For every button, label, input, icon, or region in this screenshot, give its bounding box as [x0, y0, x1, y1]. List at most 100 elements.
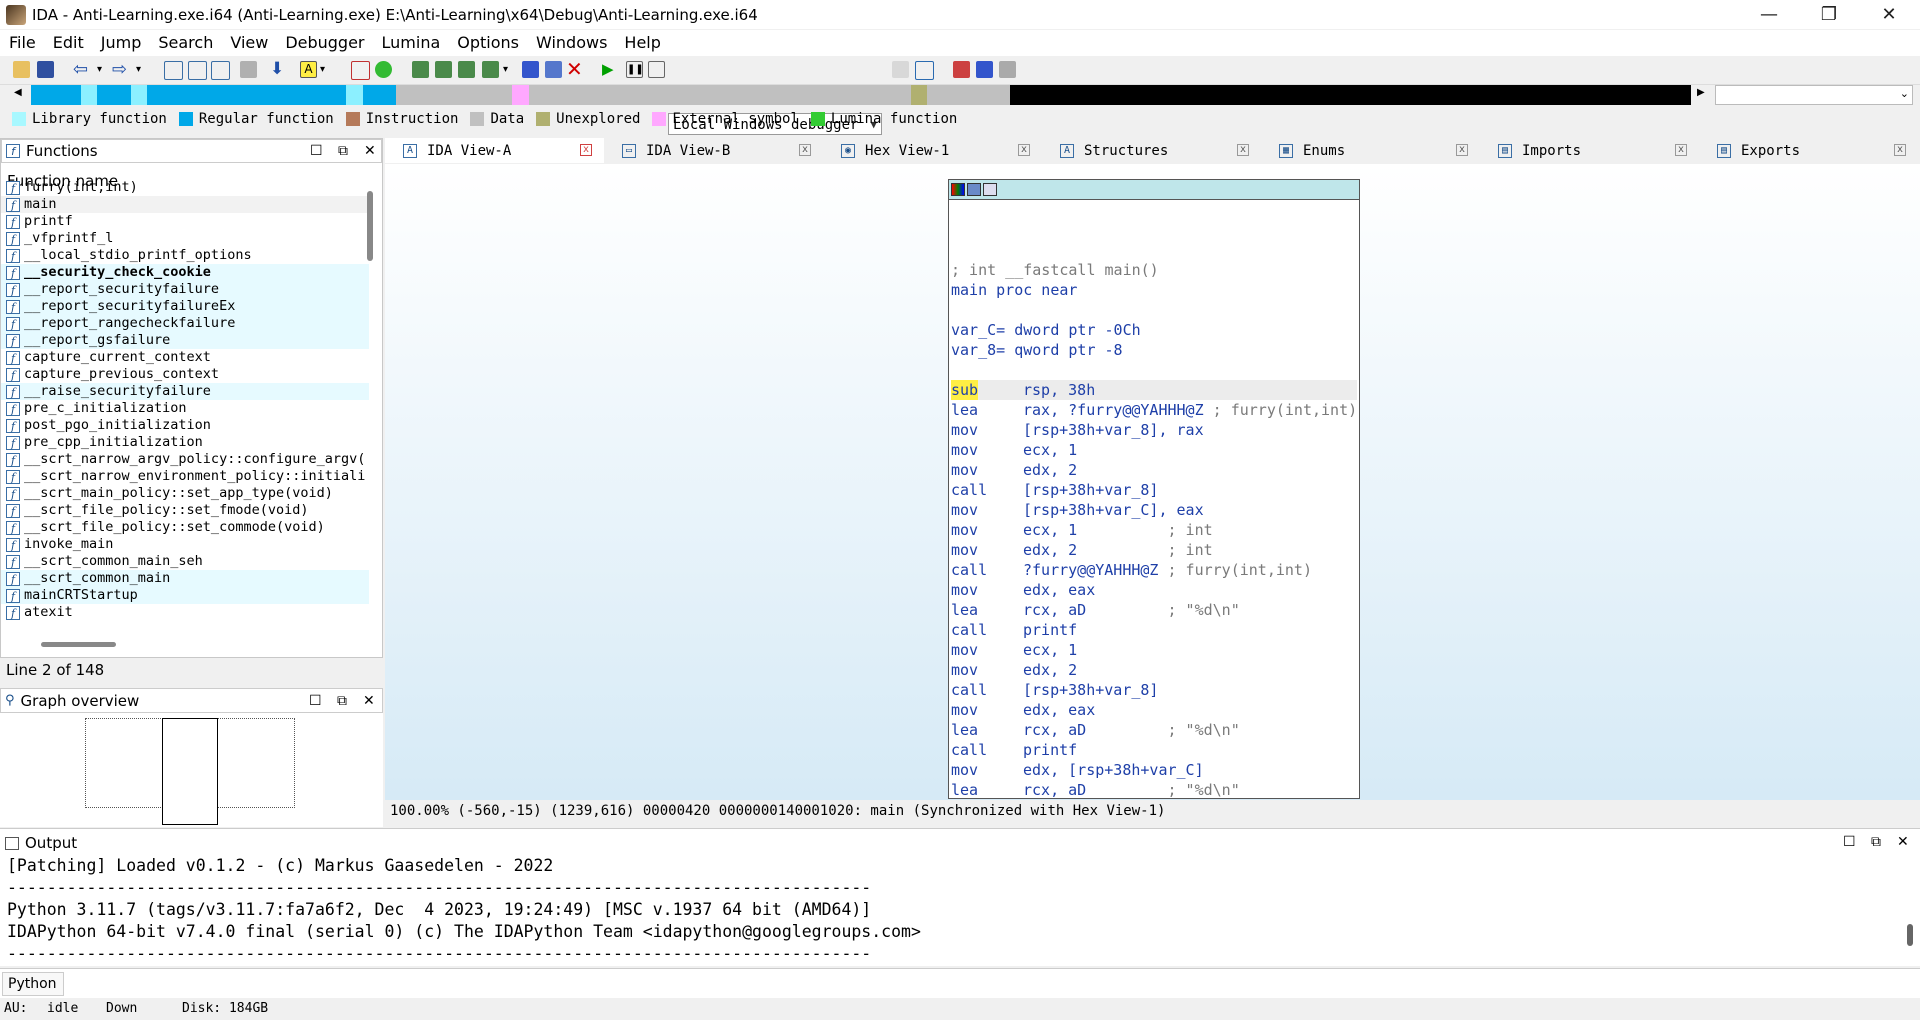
cli-language-button[interactable]: Python: [2, 972, 64, 996]
asm-line[interactable]: [951, 360, 1357, 380]
tab-exports[interactable]: ▤ Exports x: [1699, 138, 1918, 163]
add-function-icon[interactable]: [435, 61, 452, 78]
refresh-icon[interactable]: [915, 61, 934, 80]
chunk-dropdown-icon[interactable]: ▾: [503, 61, 520, 78]
float-pane-icon[interactable]: ⧉: [1871, 834, 1881, 850]
search-next-icon[interactable]: [240, 61, 257, 78]
function-row[interactable]: f __raise_securityfailure: [1, 383, 369, 400]
asm-line[interactable]: lea rcx, aD ; "%d\n": [951, 780, 1357, 798]
function-row[interactable]: f __scrt_narrow_environment_policy::initi…: [1, 468, 369, 485]
function-row[interactable]: f main: [1, 196, 369, 213]
asm-line[interactable]: call [rsp+38h+var_8]: [951, 480, 1357, 500]
graph-overview-canvas[interactable]: [0, 713, 383, 827]
menu-search[interactable]: Search: [149, 30, 221, 56]
asm-line[interactable]: mov [rsp+38h+var_8], rax: [951, 420, 1357, 440]
close-tab-icon[interactable]: x: [1018, 144, 1030, 156]
command-input[interactable]: [66, 972, 1916, 996]
forward-dropdown-icon[interactable]: ▾: [136, 61, 153, 78]
function-row[interactable]: f post_pgo_initialization: [1, 417, 369, 434]
function-row[interactable]: f pre_cpp_initialization: [1, 434, 369, 451]
node-group-icon[interactable]: [983, 183, 997, 196]
asm-line[interactable]: mov edx, 2: [951, 460, 1357, 480]
function-row[interactable]: f __scrt_common_main: [1, 570, 369, 587]
function-row[interactable]: f pre_c_initialization: [1, 400, 369, 417]
asm-line[interactable]: call printf: [951, 620, 1357, 640]
maximize-pane-icon[interactable]: ☐: [309, 693, 322, 709]
asm-line[interactable]: call [rsp+38h+var_8]: [951, 680, 1357, 700]
asm-line[interactable]: ; int __fastcall main(): [951, 260, 1357, 280]
tools-icon[interactable]: [999, 61, 1016, 78]
asm-line[interactable]: call ?furry@@YAHHH@Z ; furry(int,int): [951, 560, 1357, 580]
maximize-button[interactable]: ❐: [1800, 0, 1858, 29]
maximize-pane-icon[interactable]: ☐: [310, 143, 323, 159]
binary-search-icon[interactable]: [164, 61, 183, 80]
asm-line[interactable]: [951, 300, 1357, 320]
graph-icon[interactable]: [351, 61, 370, 80]
tab-hex-view-1[interactable]: ◉ Hex View-1 x: [823, 138, 1042, 163]
asm-line[interactable]: mov edx, 2: [951, 660, 1357, 680]
menu-help[interactable]: Help: [615, 30, 668, 56]
function-row[interactable]: f _vfprintf_l: [1, 230, 369, 247]
string-dropdown-icon[interactable]: ▾: [320, 61, 337, 78]
asm-line[interactable]: var_8= qword ptr -8: [951, 340, 1357, 360]
menu-options[interactable]: Options: [448, 30, 527, 56]
tab-imports[interactable]: ▤ Imports x: [1480, 138, 1699, 163]
output-scrollbar[interactable]: [1907, 924, 1913, 946]
close-tab-icon[interactable]: x: [580, 144, 592, 156]
close-pane-icon[interactable]: ✕: [363, 693, 375, 709]
pause-icon[interactable]: ❚❚: [626, 61, 644, 78]
close-window-button[interactable]: ✕: [1860, 0, 1918, 29]
function-row[interactable]: f __scrt_main_policy::set_app_type(void): [1, 485, 369, 502]
asm-line[interactable]: mov [rsp+38h+var_C], eax: [951, 500, 1357, 520]
function-row[interactable]: f __scrt_file_policy::set_fmode(void): [1, 502, 369, 519]
tab-enums[interactable]: ▦ Enums x: [1261, 138, 1480, 163]
create-function-icon[interactable]: [412, 61, 429, 78]
close-tab-icon[interactable]: x: [1675, 144, 1687, 156]
edit-function-icon[interactable]: [458, 61, 475, 78]
start-debugger-icon[interactable]: ▶: [602, 61, 619, 78]
plugin-icon[interactable]: [522, 61, 539, 78]
asm-line[interactable]: mov ecx, 1 ; int: [951, 520, 1357, 540]
patch-icon[interactable]: [545, 61, 562, 78]
delete-icon[interactable]: ✕: [566, 59, 583, 79]
close-tab-icon[interactable]: x: [1456, 144, 1468, 156]
function-row[interactable]: f __scrt_common_main_seh: [1, 553, 369, 570]
immediate-search-icon[interactable]: [211, 61, 230, 80]
breakpoint-list-icon[interactable]: [953, 61, 970, 78]
back-arrow-icon[interactable]: ⇦: [73, 61, 90, 79]
close-pane-icon[interactable]: ✕: [1897, 834, 1909, 850]
menu-debugger[interactable]: Debugger: [276, 30, 372, 56]
function-row[interactable]: f furry(int,int): [1, 179, 369, 196]
asm-line[interactable]: mov edx, eax: [951, 580, 1357, 600]
close-tab-icon[interactable]: x: [1237, 144, 1249, 156]
function-row[interactable]: f __scrt_file_policy::set_commode(void): [1, 519, 369, 536]
tab-ida-view-a[interactable]: A IDA View-A x: [385, 138, 604, 163]
function-row[interactable]: f invoke_main: [1, 536, 369, 553]
menu-windows[interactable]: Windows: [527, 30, 615, 56]
graph-node-main[interactable]: ; int __fastcall main() main proc near va…: [948, 179, 1360, 799]
menu-view[interactable]: View: [221, 30, 276, 56]
function-row[interactable]: f capture_current_context: [1, 349, 369, 366]
save-icon[interactable]: [37, 61, 54, 78]
asm-line[interactable]: lea rcx, aD ; "%d\n": [951, 720, 1357, 740]
open-icon[interactable]: [13, 61, 30, 78]
close-tab-icon[interactable]: x: [1894, 144, 1906, 156]
function-row[interactable]: f __report_securityfailure: [1, 281, 369, 298]
stop-icon[interactable]: [648, 61, 665, 78]
string-icon[interactable]: A: [300, 61, 317, 78]
menu-file[interactable]: File: [0, 30, 44, 56]
vertical-scrollbar[interactable]: [367, 191, 373, 261]
tab-structures[interactable]: A Structures x: [1042, 138, 1261, 163]
asm-line[interactable]: lea rcx, aD ; "%d\n": [951, 600, 1357, 620]
node-color-icon[interactable]: [951, 183, 965, 196]
attach-icon[interactable]: [892, 61, 909, 78]
function-row[interactable]: f __scrt_narrow_argv_policy::configure_ar…: [1, 451, 369, 468]
function-row[interactable]: f __report_gsfailure: [1, 332, 369, 349]
function-row[interactable]: f capture_previous_context: [1, 366, 369, 383]
maximize-pane-icon[interactable]: ☐: [1843, 834, 1856, 850]
lumina-icon[interactable]: [375, 61, 392, 78]
float-pane-icon[interactable]: ⧉: [337, 693, 347, 709]
asm-line[interactable]: lea rax, ?furry@@YAHHH@Z ; furry(int,int): [951, 400, 1357, 420]
close-pane-icon[interactable]: ✕: [364, 143, 376, 159]
close-tab-icon[interactable]: x: [799, 144, 811, 156]
